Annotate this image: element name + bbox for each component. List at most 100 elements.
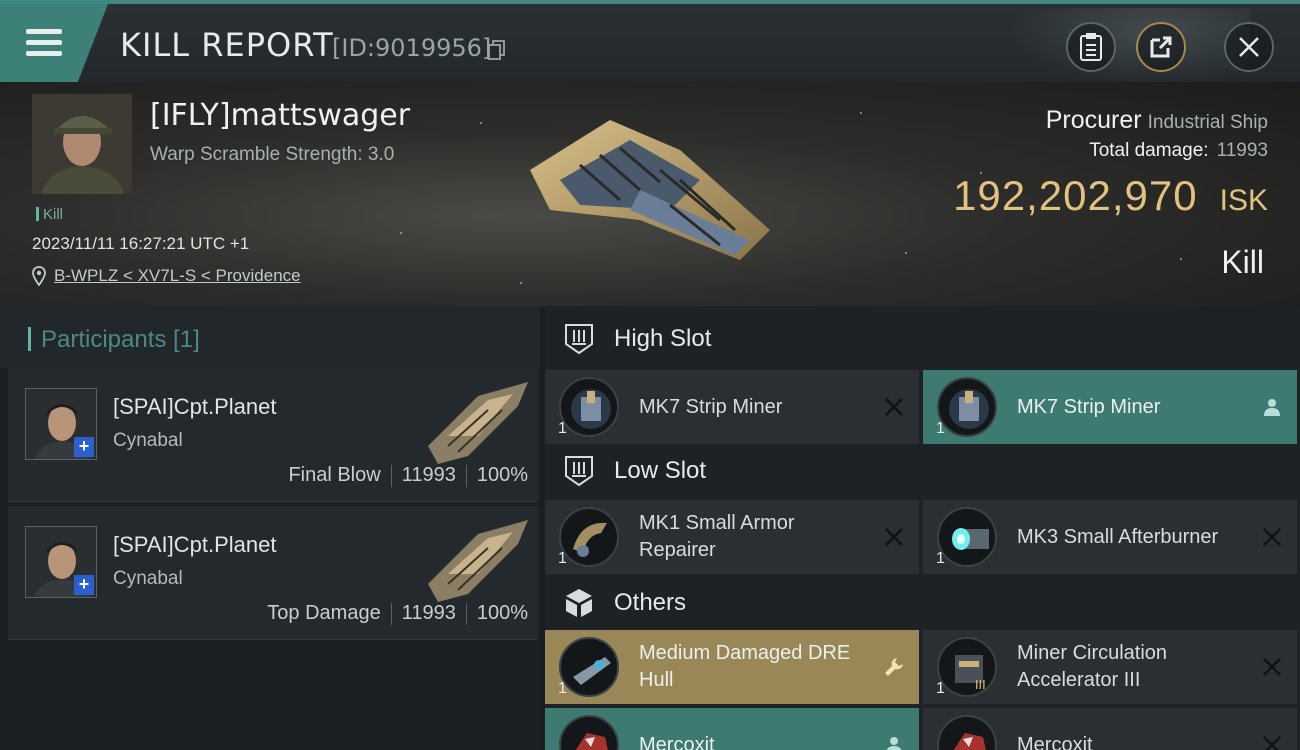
clipboard-icon bbox=[1080, 33, 1102, 61]
module-item[interactable]: 1 MK3 Small Afterburner bbox=[923, 500, 1297, 574]
close-button[interactable] bbox=[1224, 22, 1274, 72]
item-quantity: 1 bbox=[558, 550, 567, 567]
item-name: Mercoxit bbox=[639, 733, 715, 750]
participant-ship: Cynabal bbox=[113, 430, 183, 451]
participants-panel: Participants [1] + [SPAI]Cpt.Planet Cyna… bbox=[0, 306, 540, 750]
participant-card[interactable]: + [SPAI]Cpt.Planet Cynabal Final Blow 11… bbox=[8, 368, 538, 502]
destroyed-x-icon bbox=[885, 398, 903, 416]
location-pin-icon bbox=[32, 266, 46, 286]
module-item[interactable]: 1 MK1 Small Armor Repairer bbox=[545, 500, 919, 574]
hull-salvage-icon bbox=[559, 637, 619, 697]
wrench-icon bbox=[885, 658, 903, 676]
participant-percent: 100% bbox=[476, 602, 528, 624]
low-slot-header: Low Slot bbox=[545, 440, 1300, 502]
participant-role: Final Blow bbox=[288, 464, 381, 486]
module-item[interactable]: 1 Medium Damaged DRE Hull bbox=[545, 630, 919, 704]
participant-damage: 11993 bbox=[401, 464, 456, 486]
participants-title: Participants [1] bbox=[28, 326, 200, 354]
destroyed-x-icon bbox=[1263, 528, 1281, 546]
kill-timestamp: 2023/11/11 16:27:21 UTC +1 bbox=[32, 234, 250, 253]
warp-scramble-strength: Warp Scramble Strength: 3.0 bbox=[150, 144, 395, 165]
person-icon bbox=[886, 737, 902, 750]
participant-role: Top Damage bbox=[267, 602, 381, 624]
participant-card[interactable]: + [SPAI]Cpt.Planet Cynabal Top Damage 11… bbox=[8, 506, 538, 640]
destroyed-x-icon bbox=[1263, 736, 1281, 750]
item-name: MK3 Small Afterburner bbox=[1017, 525, 1219, 548]
participant-stats: Top Damage 11993 100% bbox=[267, 602, 528, 625]
participant-percent: 100% bbox=[476, 464, 528, 486]
item-quantity: 1 bbox=[558, 680, 567, 697]
menu-button[interactable] bbox=[0, 4, 108, 82]
total-damage-label: Total damage: bbox=[1089, 140, 1209, 161]
kill-tag: Kill bbox=[36, 206, 63, 223]
header-bar: KILL REPORT [ID:9019956] bbox=[0, 0, 1300, 86]
item-name: Mercoxit bbox=[1017, 733, 1093, 750]
copy-icon[interactable] bbox=[488, 40, 506, 60]
participants-header: Participants [1] bbox=[0, 306, 540, 368]
participant-damage: 11993 bbox=[401, 602, 456, 624]
module-item[interactable]: 1 MK7 Strip Miner bbox=[923, 370, 1297, 444]
item-name: MK1 Small Armor Repairer bbox=[639, 512, 795, 561]
item-name: MK7 Strip Miner bbox=[639, 395, 783, 418]
destroyed-x-icon bbox=[1263, 658, 1281, 676]
item-quantity: 1 bbox=[936, 550, 945, 567]
participant-ship-image bbox=[428, 520, 528, 602]
high-slot-icon bbox=[565, 324, 593, 355]
share-button[interactable] bbox=[1136, 22, 1186, 72]
rig-icon: III bbox=[937, 637, 997, 697]
module-item[interactable]: Mercoxit bbox=[923, 708, 1297, 750]
high-slot-header: High Slot bbox=[545, 308, 1300, 370]
high-slot-title: High Slot bbox=[614, 325, 712, 352]
isk-value: 192,202,970 bbox=[953, 172, 1198, 219]
low-slot-icon bbox=[565, 456, 593, 487]
menu-icon bbox=[26, 29, 62, 57]
participant-name[interactable]: [SPAI]Cpt.Planet bbox=[113, 394, 276, 420]
plus-icon: + bbox=[74, 575, 94, 595]
item-name: Miner Circulation Accelerator III bbox=[1017, 642, 1168, 691]
participant-ship-image bbox=[428, 382, 528, 464]
report-id: [ID:9019956] bbox=[332, 34, 492, 62]
victim-ship-image[interactable] bbox=[520, 110, 790, 270]
others-title: Others bbox=[614, 589, 687, 616]
clipboard-button[interactable] bbox=[1066, 22, 1116, 72]
fittings-panel: High Slot 1 MK7 Strip Miner 1 MK7 Strip … bbox=[545, 306, 1300, 750]
kill-summary-panel: [IFLY]mattswager Warp Scramble Strength:… bbox=[0, 82, 1300, 306]
victim-name[interactable]: [IFLY]mattswager bbox=[150, 98, 410, 133]
armor-repairer-icon bbox=[559, 507, 619, 567]
item-quantity: 1 bbox=[936, 420, 945, 437]
participant-name[interactable]: [SPAI]Cpt.Planet bbox=[113, 532, 276, 558]
plus-icon: + bbox=[74, 437, 94, 457]
strip-miner-icon bbox=[559, 377, 619, 437]
item-name: MK7 Strip Miner bbox=[1017, 395, 1161, 418]
module-item[interactable]: Mercoxit bbox=[545, 708, 919, 750]
share-icon bbox=[1150, 36, 1172, 58]
victim-portrait[interactable] bbox=[32, 94, 132, 194]
avatar bbox=[32, 94, 132, 194]
participant-ship: Cynabal bbox=[113, 568, 183, 589]
svg-text:III: III bbox=[975, 678, 986, 692]
avatar[interactable]: + bbox=[25, 388, 97, 460]
isk-unit: ISK bbox=[1219, 184, 1268, 217]
total-damage: Total damage: 11993 bbox=[1089, 140, 1268, 162]
result-label: Kill bbox=[1221, 244, 1264, 280]
kill-location[interactable]: B-WPLZ < XV7L-S < Providence bbox=[32, 266, 301, 286]
others-header: Others bbox=[545, 572, 1300, 634]
item-quantity: 1 bbox=[936, 680, 945, 697]
page-title: KILL REPORT bbox=[120, 26, 334, 64]
strip-miner-icon bbox=[937, 377, 997, 437]
module-item[interactable]: III 1 Miner Circulation Accelerator III bbox=[923, 630, 1297, 704]
isk-value-row: 192,202,970 ISK bbox=[953, 172, 1268, 220]
afterburner-icon bbox=[937, 507, 997, 567]
destroyed-x-icon bbox=[885, 528, 903, 546]
avatar[interactable]: + bbox=[25, 526, 97, 598]
ship-name: Procurer Industrial Ship bbox=[1046, 106, 1268, 135]
ship-class: Industrial Ship bbox=[1147, 112, 1268, 133]
item-quantity: 1 bbox=[558, 420, 567, 437]
location-link[interactable]: B-WPLZ < XV7L-S < Providence bbox=[54, 266, 301, 286]
module-item[interactable]: 1 MK7 Strip Miner bbox=[545, 370, 919, 444]
ore-icon bbox=[937, 715, 997, 750]
low-slot-title: Low Slot bbox=[614, 457, 707, 484]
ore-icon bbox=[559, 715, 619, 750]
ship-type: Procurer bbox=[1045, 106, 1142, 134]
person-icon bbox=[1264, 399, 1280, 416]
